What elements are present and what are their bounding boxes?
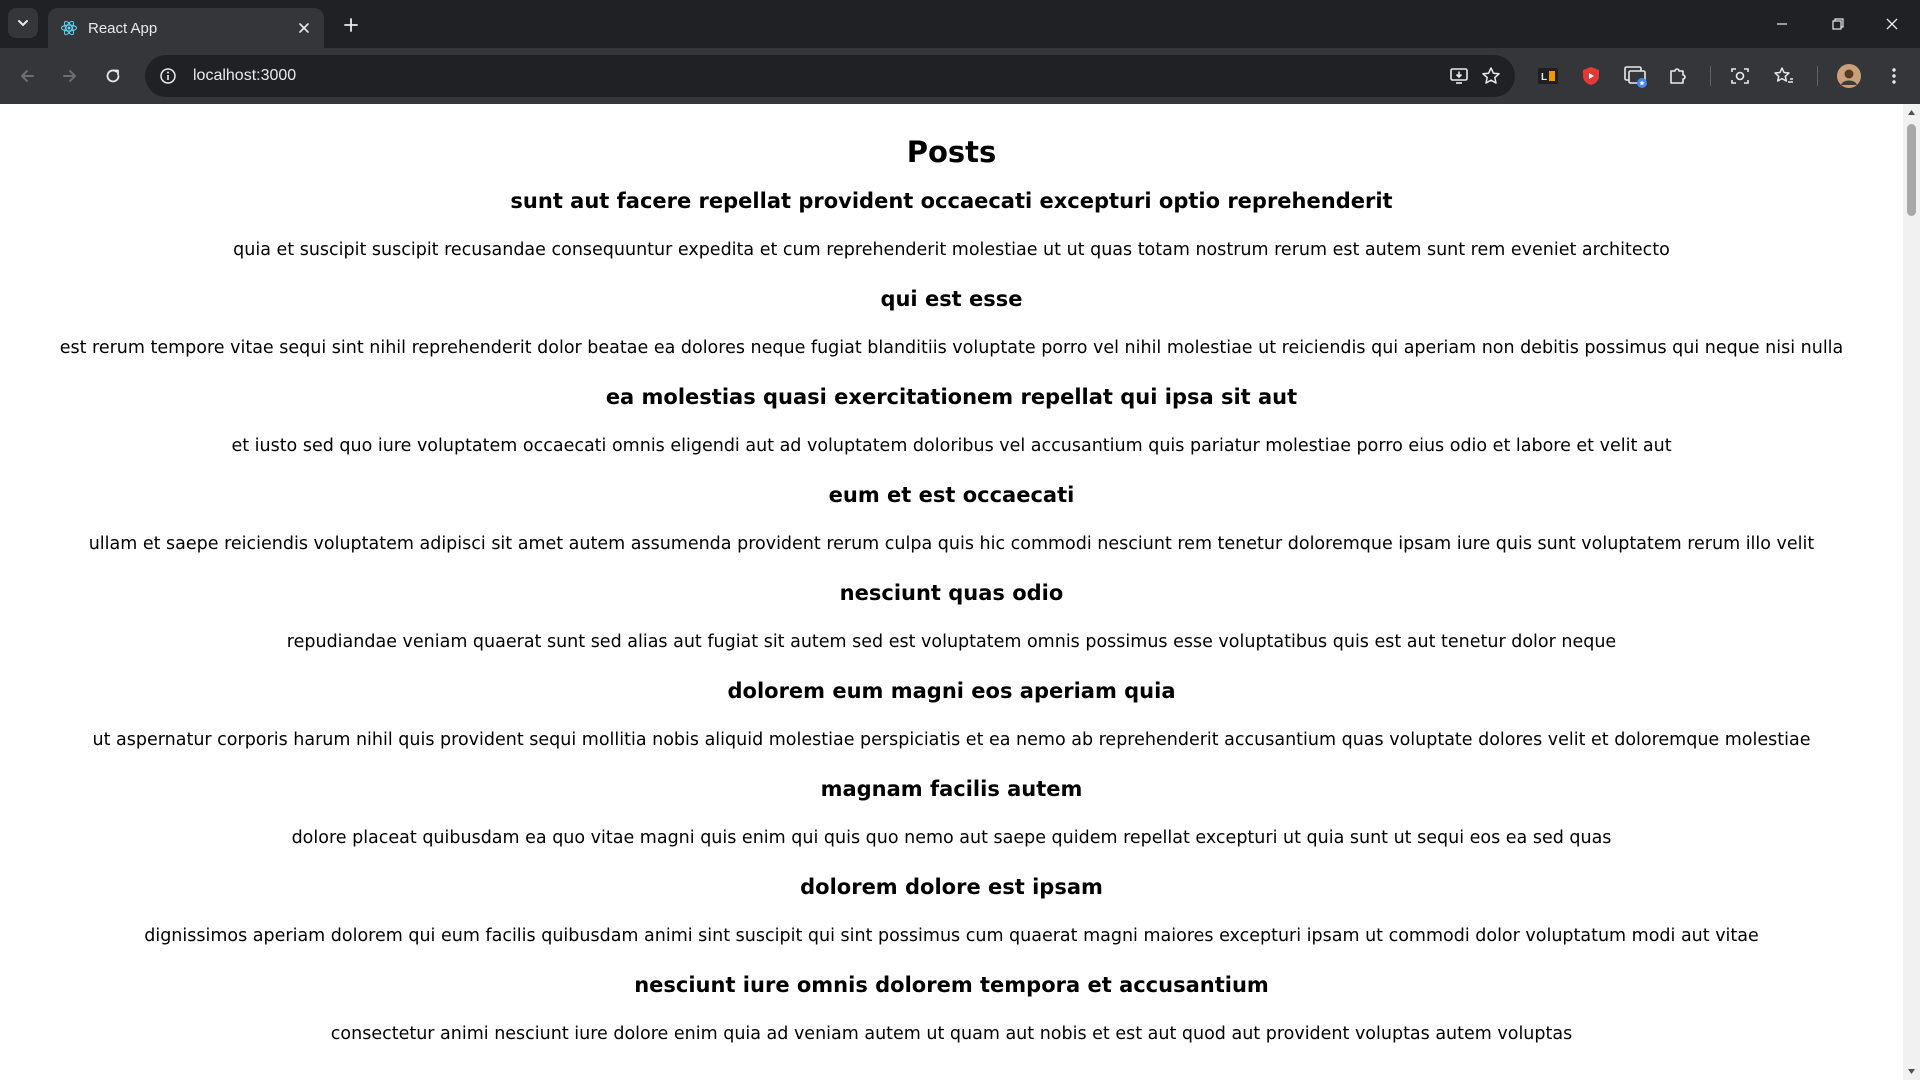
svg-text:L: L (1541, 72, 1547, 83)
shield-icon (1583, 67, 1599, 85)
install-app-button[interactable] (1443, 60, 1475, 92)
post-title: sunt aut facere repellat provident occae… (510, 189, 1393, 213)
post-body: et iusto sed quo iure voluptatem occaeca… (231, 436, 1672, 456)
post-item: magnam facilis autem dolore placeat quibu… (0, 774, 1903, 851)
post-title: qui est esse (880, 287, 1023, 311)
more-vertical-icon (1892, 68, 1896, 84)
close-window-button[interactable] (1872, 6, 1912, 42)
tab-search-button[interactable] (8, 8, 38, 38)
window-extension[interactable] (1620, 60, 1652, 92)
arrow-left-icon (21, 70, 34, 82)
post-body: repudiandae veniam quaerat sunt sed alia… (286, 632, 1617, 652)
close-icon (1886, 18, 1898, 30)
extensions-button[interactable] (1662, 60, 1694, 92)
puzzle-icon (1670, 68, 1686, 84)
post-item: eum et est occaecati ullam et saepe reici… (0, 480, 1903, 557)
scrollbar-thumb[interactable] (1907, 124, 1916, 216)
toolbar-separator (1710, 66, 1711, 86)
forward-button[interactable] (55, 61, 85, 91)
post-body: est rerum tempore vitae sequi sint nihil… (59, 338, 1844, 358)
restore-icon (1832, 18, 1844, 30)
page-viewport: Posts sunt aut facere repellat provident… (0, 104, 1903, 1080)
plus-icon (344, 18, 358, 32)
triangle-down-icon (1908, 1069, 1915, 1074)
screenshot-icon (1731, 68, 1749, 84)
reload-button[interactable] (98, 61, 128, 91)
toolbar-separator (1817, 66, 1818, 86)
post-body: ut aspernatur corporis harum nihil quis … (92, 730, 1811, 750)
profile-avatar[interactable] (1833, 60, 1865, 92)
post-body: ullam et saepe reiciendis voluptatem adi… (88, 534, 1815, 554)
tab-strip: React App (0, 0, 1920, 48)
close-icon (299, 23, 309, 33)
star-icon (1482, 67, 1500, 84)
post-body: consectetur animi nesciunt iure dolore e… (330, 1024, 1573, 1044)
chevron-down-icon (18, 20, 28, 27)
arrow-right-icon (63, 70, 76, 82)
back-button[interactable] (12, 61, 42, 91)
bookmark-button[interactable] (1475, 60, 1507, 92)
window-badge-icon (1624, 66, 1647, 88)
star-list-icon (1774, 67, 1793, 83)
post-title: magnam facilis autem (820, 777, 1083, 801)
info-icon (160, 68, 176, 84)
reload-icon (106, 69, 120, 83)
tab-active[interactable]: React App (48, 8, 324, 48)
post-body: quia et suscipit suscipit recusandae con… (233, 240, 1670, 260)
post-body: dignissimos aperiam dolorem qui eum faci… (144, 926, 1759, 946)
post-item: sunt aut facere repellat provident occae… (0, 186, 1903, 263)
browser-toolbar: localhost:3000 L (0, 48, 1920, 104)
new-tab-button[interactable] (338, 12, 364, 38)
post-item: nesciunt iure omnis dolorem tempora et a… (0, 970, 1903, 1047)
post-title: nesciunt quas odio (839, 581, 1064, 605)
url-text[interactable]: localhost:3000 (193, 67, 1443, 85)
tab-close-button[interactable] (294, 18, 314, 38)
post-item: nesciunt quas odio repudiandae veniam qua… (0, 578, 1903, 655)
browser-menu-button[interactable] (1878, 60, 1910, 92)
page-title: Posts (906, 135, 997, 169)
site-info-button[interactable] (155, 63, 181, 89)
post-item: dolorem eum magni eos aperiam quia ut asp… (0, 676, 1903, 753)
avatar (1837, 64, 1861, 88)
post-title: eum et est occaecati (828, 483, 1075, 507)
post-title: nesciunt iure omnis dolorem tempora et a… (634, 973, 1269, 997)
scroll-down-button[interactable] (1903, 1063, 1920, 1080)
post-item: dolorem dolore est ipsam dignissimos aper… (0, 872, 1903, 949)
triangle-up-icon (1908, 110, 1915, 115)
restore-button[interactable] (1818, 6, 1858, 42)
install-app-icon (1450, 68, 1468, 84)
lighthouse-extension[interactable]: L (1532, 60, 1564, 92)
posts-list: sunt aut facere repellat provident occae… (0, 186, 1903, 1047)
post-item: ea molestias quasi exercitationem repell… (0, 382, 1903, 459)
tab-title: React App (88, 19, 158, 37)
lighthouse-icon: L (1538, 68, 1558, 84)
screenshot-button[interactable] (1724, 60, 1756, 92)
react-icon (60, 19, 78, 37)
favorites-button[interactable] (1768, 60, 1800, 92)
post-title: ea molestias quasi exercitationem repell… (605, 385, 1298, 409)
shield-extension[interactable] (1575, 60, 1607, 92)
post-body: dolore placeat quibusdam ea quo vitae ma… (291, 828, 1612, 848)
vertical-scrollbar[interactable] (1903, 104, 1920, 1080)
scroll-up-button[interactable] (1903, 104, 1920, 121)
address-bar[interactable]: localhost:3000 (145, 55, 1515, 97)
post-item: qui est esse est rerum tempore vitae sequ… (0, 284, 1903, 361)
post-title: dolorem eum magni eos aperiam quia (727, 679, 1176, 703)
minimize-button[interactable] (1762, 6, 1802, 42)
post-title: dolorem dolore est ipsam (800, 875, 1103, 899)
minimize-icon (1777, 23, 1787, 25)
